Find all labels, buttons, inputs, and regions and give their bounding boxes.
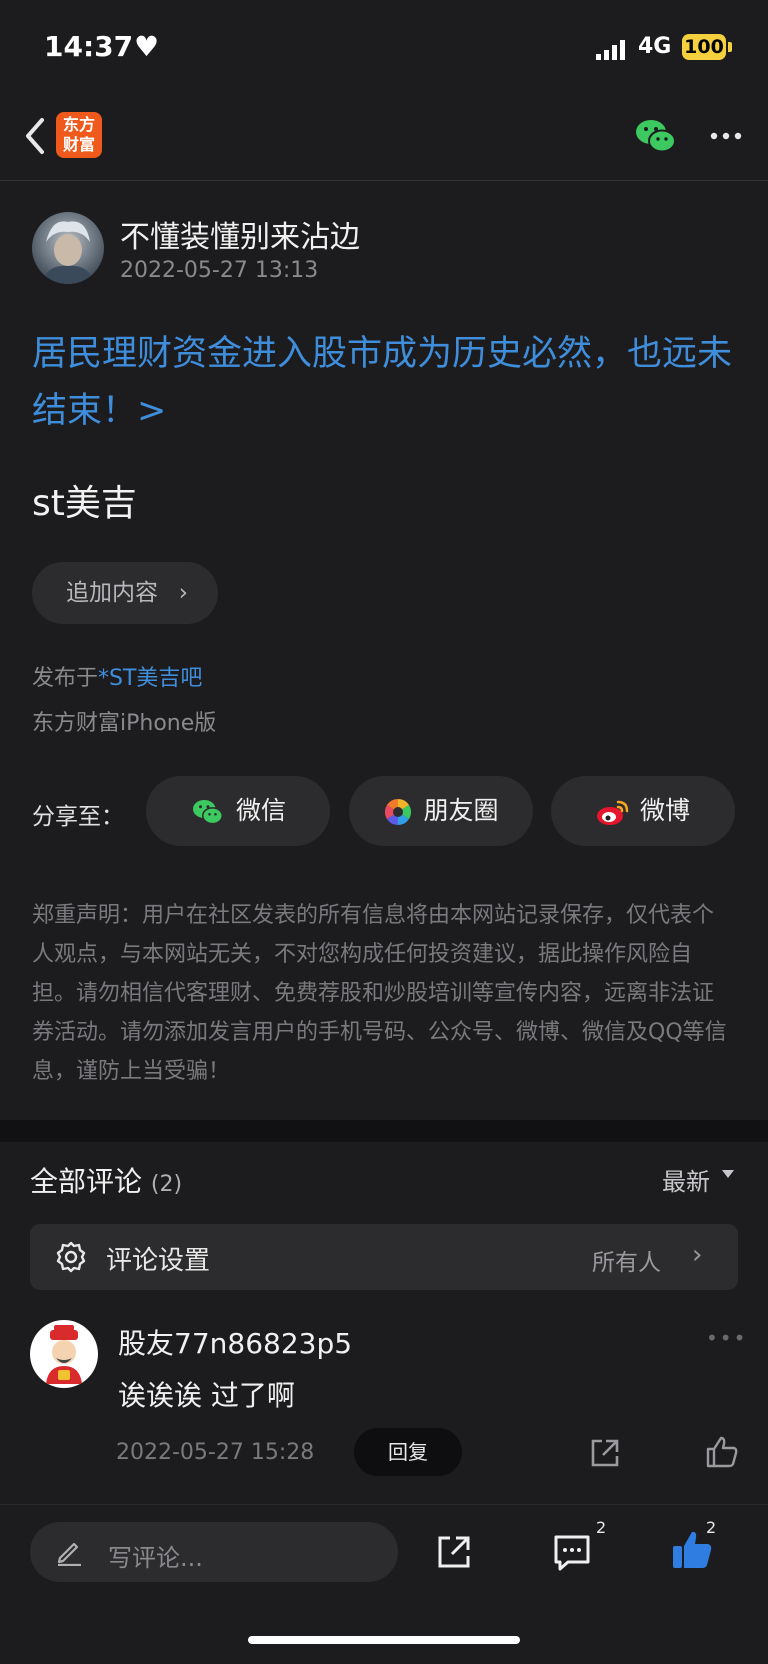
add-content-button[interactable]: 追加内容 › <box>32 562 218 624</box>
sort-selector[interactable]: 最新 <box>662 1162 710 1197</box>
caret-down-icon[interactable] <box>722 1170 734 1178</box>
disclaimer: 郑重声明：用户在社区发表的所有信息将由本网站记录保存，仅代表个人观点，与本网站无… <box>32 903 727 1084</box>
back-icon[interactable] <box>18 112 58 160</box>
share-moments-button[interactable]: 朋友圈 <box>349 776 533 846</box>
wechat-icon[interactable] <box>634 116 678 156</box>
comment-settings-value: 所有人 <box>592 1250 661 1276</box>
share-wechat-label: 微信 <box>235 796 286 825</box>
more-icon[interactable] <box>708 124 748 148</box>
weibo-icon <box>596 800 629 825</box>
section-separator <box>0 1120 768 1142</box>
signal-icon <box>596 40 625 60</box>
chevron-right-icon: › <box>178 580 188 606</box>
nav-divider <box>0 180 768 181</box>
chevron-right-icon: › <box>692 1240 703 1270</box>
comment-more-icon[interactable]: ••• <box>706 1326 747 1350</box>
client-info: 东方财富iPhone版 <box>32 711 217 736</box>
logo-line2: 财富 <box>62 135 95 154</box>
wechat-icon <box>192 800 223 825</box>
comment-time: 2022-05-27 15:28 <box>116 1440 315 1465</box>
share-label: 分享至： <box>32 804 124 830</box>
comment-settings-label: 评论设置 <box>106 1246 211 1276</box>
comments-count: (2) <box>150 1172 183 1197</box>
comment-input[interactable] <box>30 1522 398 1582</box>
share-icon[interactable] <box>434 1532 474 1572</box>
author-name[interactable]: 不懂装懂别来沾边 <box>120 212 360 256</box>
thumbs-up-icon[interactable] <box>704 1434 740 1470</box>
posted-in: 发布于*ST美吉吧 <box>32 660 202 692</box>
gear-icon <box>56 1241 86 1273</box>
commenter-name[interactable]: 股友77n86823p5 <box>118 1322 352 1362</box>
share-moments-label: 朋友圈 <box>423 796 499 825</box>
pen-icon <box>57 1542 81 1566</box>
author-avatar[interactable] <box>32 212 104 284</box>
post-body: st美吉 <box>32 483 137 524</box>
share-wechat-button[interactable]: 微信 <box>146 776 330 846</box>
comment-text: 诶诶诶 过了啊 <box>118 1379 295 1412</box>
moments-icon <box>385 798 412 826</box>
posted-prefix: 发布于 <box>32 666 99 691</box>
add-content-label: 追加内容 <box>66 580 158 606</box>
home-indicator <box>248 1636 520 1644</box>
comment-input-placeholder: 写评论... <box>108 1544 203 1572</box>
comments-title-label: 全部评论 <box>30 1165 143 1198</box>
battery-icon: 100 <box>682 34 726 60</box>
comment-icon[interactable] <box>552 1532 592 1572</box>
battery-tip <box>728 42 732 52</box>
comments-title: 全部评论 (2) <box>30 1160 182 1200</box>
like-count: 2 <box>706 1518 717 1537</box>
share-icon[interactable] <box>588 1436 622 1470</box>
heart-icon: ♥ <box>134 30 160 63</box>
forum-link[interactable]: *ST美吉吧 <box>98 666 202 691</box>
share-weibo-label: 微博 <box>639 796 690 825</box>
post-title-link[interactable]: 居民理财资金进入股市成为历史必然，也远未结束！> <box>32 326 732 440</box>
share-weibo-button[interactable]: 微博 <box>551 776 735 846</box>
logo-line1: 东方 <box>62 115 95 134</box>
status-time: 14:37 <box>44 30 134 63</box>
app-logo[interactable]: 东方 财富 <box>56 112 102 158</box>
network-type: 4G <box>638 34 672 59</box>
commenter-avatar[interactable] <box>30 1320 98 1388</box>
reply-button[interactable]: 回复 <box>354 1428 462 1476</box>
post-time: 2022-05-27 13:13 <box>120 258 319 283</box>
comment-count: 2 <box>596 1518 607 1537</box>
